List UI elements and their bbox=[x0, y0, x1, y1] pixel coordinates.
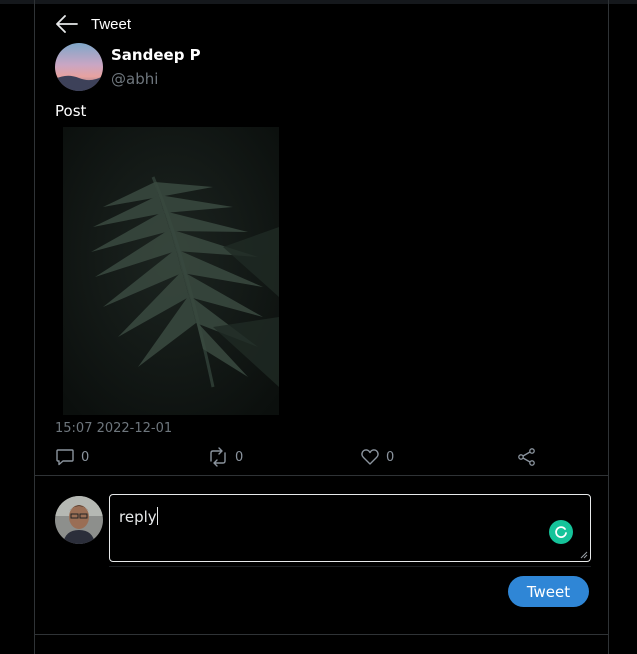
like-count: 0 bbox=[386, 449, 395, 465]
author-handle[interactable]: @abhi bbox=[111, 70, 158, 88]
composer-divider bbox=[109, 566, 591, 567]
tweet-image[interactable] bbox=[63, 127, 279, 415]
resize-handle-icon[interactable] bbox=[579, 550, 588, 559]
comment-icon bbox=[56, 449, 74, 466]
reply-action[interactable]: 0 bbox=[55, 446, 89, 468]
share-action[interactable] bbox=[517, 446, 537, 468]
like-action[interactable]: 0 bbox=[360, 446, 394, 468]
page-header: Tweet bbox=[55, 12, 131, 36]
divider bbox=[35, 475, 608, 476]
page-title: Tweet bbox=[91, 15, 132, 33]
arrow-left-icon bbox=[56, 15, 78, 33]
retweet-action[interactable]: 0 bbox=[207, 446, 243, 468]
reply-input-text: reply bbox=[119, 507, 158, 526]
back-button[interactable] bbox=[55, 12, 79, 36]
divider bbox=[35, 634, 608, 635]
retweet-icon bbox=[210, 447, 226, 467]
author-name[interactable]: Sandeep P bbox=[111, 46, 201, 64]
share-icon bbox=[518, 448, 535, 466]
current-user-avatar[interactable] bbox=[55, 496, 103, 544]
reply-textarea[interactable]: reply bbox=[109, 494, 591, 562]
tweet-timestamp: 15:07 2022-12-01 bbox=[55, 421, 173, 436]
author-avatar[interactable] bbox=[55, 43, 103, 91]
tweet-button[interactable]: Tweet bbox=[508, 576, 589, 607]
retweet-count: 0 bbox=[235, 449, 244, 465]
reply-count: 0 bbox=[81, 449, 90, 465]
heart-icon bbox=[361, 449, 379, 465]
tweet-actions: 0 0 0 bbox=[55, 446, 545, 468]
tweet-text: Post bbox=[55, 102, 87, 120]
grammarly-icon[interactable] bbox=[549, 520, 573, 544]
